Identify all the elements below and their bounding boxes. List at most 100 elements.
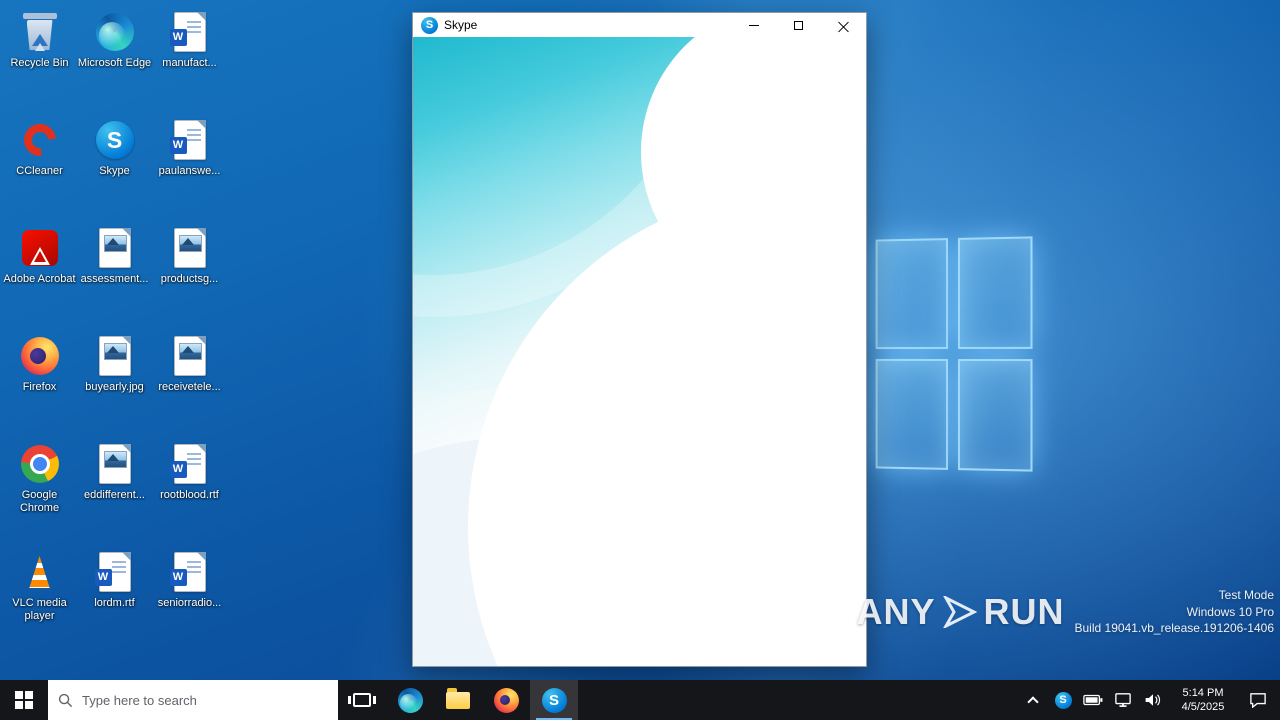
task-view-icon bbox=[348, 693, 376, 707]
desktop-icon-label: Firefox bbox=[22, 381, 57, 393]
watermark-build: Build 19041.vb_release.191206-1406 bbox=[1074, 620, 1275, 635]
image-file-icon bbox=[98, 444, 131, 484]
desktop-icon-vlc[interactable]: VLC media player bbox=[3, 546, 77, 654]
desktop-icon-label: paulanswe... bbox=[158, 165, 221, 177]
file-explorer-icon bbox=[446, 687, 470, 709]
desktop-icon-ccleaner[interactable]: CCleaner bbox=[3, 114, 77, 222]
anyrun-logo: ANY RUN bbox=[856, 591, 1064, 633]
window-title: Skype bbox=[444, 18, 478, 32]
windows-logo-wallpaper bbox=[875, 236, 1033, 472]
maximize-icon bbox=[794, 20, 803, 30]
edge-icon bbox=[397, 687, 423, 713]
firefox-icon bbox=[20, 337, 59, 375]
skype-icon bbox=[541, 687, 567, 713]
desktop-icon-label: VLC media player bbox=[12, 597, 67, 622]
desktop-icon-recycle-bin[interactable]: Recycle Bin bbox=[3, 6, 77, 114]
desktop-icon-label: Skype bbox=[99, 165, 130, 177]
desktop-icon-label: Microsoft Edge bbox=[77, 57, 152, 69]
taskbar-spacer bbox=[578, 680, 1020, 720]
desktop-icon-firefox[interactable]: Firefox bbox=[3, 330, 77, 438]
anyrun-logo-any: ANY bbox=[856, 590, 936, 632]
maximize-button[interactable] bbox=[776, 13, 821, 37]
show-hidden-icons-button[interactable] bbox=[1020, 680, 1046, 720]
windows-logo-pane bbox=[957, 236, 1033, 349]
desktop-icon-assessment-image[interactable]: assessment... bbox=[78, 222, 152, 330]
acrobat-icon bbox=[21, 230, 58, 266]
desktop-icon-label: rootblood.rtf bbox=[160, 489, 219, 501]
desktop-icon-manufact-doc[interactable]: manufact... bbox=[153, 6, 227, 114]
desktop-icon-google-chrome[interactable]: Google Chrome bbox=[3, 438, 77, 546]
desktop-icon-label: CCleaner bbox=[16, 165, 63, 177]
network-icon bbox=[1115, 693, 1131, 707]
tray-battery-button[interactable] bbox=[1080, 680, 1106, 720]
tray-volume-button[interactable] bbox=[1140, 680, 1166, 720]
desktop-icon-label: eddifferent... bbox=[84, 489, 145, 501]
watermark-text: Test Mode Windows 10 Pro Build 19041.vb_… bbox=[1075, 587, 1275, 636]
skype-window: Skype bbox=[412, 12, 867, 667]
skype-splash-screen bbox=[413, 37, 866, 666]
firefox-icon bbox=[493, 687, 519, 713]
word-file-icon bbox=[169, 12, 206, 52]
desktop-icon-label: receivetele... bbox=[158, 381, 221, 393]
start-button[interactable] bbox=[0, 680, 48, 720]
clock-time: 5:14 PM bbox=[1182, 687, 1224, 699]
search-input[interactable] bbox=[82, 692, 328, 708]
taskbar-edge-button[interactable] bbox=[386, 680, 434, 720]
screen: Recycle Bin Microsoft Edge manufact... C… bbox=[0, 0, 1280, 720]
watermark-os: Windows 10 Pro bbox=[1186, 604, 1274, 619]
speaker-icon bbox=[1145, 694, 1161, 706]
taskbar-firefox-button[interactable] bbox=[482, 680, 530, 720]
windows-start-icon bbox=[15, 691, 33, 709]
desktop-icon-label: productsg... bbox=[160, 273, 219, 285]
image-file-icon bbox=[98, 336, 131, 376]
skype-titlebar-icon bbox=[421, 16, 438, 34]
taskbar-skype-button[interactable] bbox=[530, 680, 578, 720]
word-file-icon bbox=[169, 552, 206, 592]
vlc-icon bbox=[29, 556, 50, 588]
tray-skype-icon-button[interactable] bbox=[1050, 680, 1076, 720]
system-tray: 5:14 PM 4/5/2025 bbox=[1020, 680, 1280, 720]
image-file-icon bbox=[98, 228, 131, 268]
desktop-icon-label: assessment... bbox=[80, 273, 149, 285]
close-button[interactable] bbox=[821, 13, 866, 37]
minimize-icon bbox=[748, 24, 759, 26]
search-icon bbox=[58, 693, 73, 707]
desktop-icon-productsg-image[interactable]: productsg... bbox=[153, 222, 227, 330]
desktop-icon-seniorradio-doc[interactable]: seniorradio... bbox=[153, 546, 227, 654]
recycle-bin-icon bbox=[22, 13, 57, 51]
desktop-icon-label: Google Chrome bbox=[19, 489, 60, 514]
word-file-icon bbox=[169, 444, 206, 484]
desktop-icon-grid: Recycle Bin Microsoft Edge manufact... C… bbox=[2, 6, 227, 654]
windows-logo-pane bbox=[875, 358, 949, 470]
desktop-icon-lordm-doc[interactable]: lordm.rtf bbox=[78, 546, 152, 654]
task-view-button[interactable] bbox=[338, 680, 386, 720]
desktop-icon-label: buyearly.jpg bbox=[85, 381, 144, 393]
close-icon bbox=[838, 20, 849, 31]
desktop-icon-adobe-acrobat[interactable]: Adobe Acrobat bbox=[3, 222, 77, 330]
taskbar: 5:14 PM 4/5/2025 bbox=[0, 680, 1280, 720]
action-center-button[interactable] bbox=[1240, 680, 1276, 720]
desktop-icon-microsoft-edge[interactable]: Microsoft Edge bbox=[78, 6, 152, 114]
word-file-icon bbox=[169, 120, 206, 160]
minimize-button[interactable] bbox=[731, 13, 776, 37]
desktop-icon-buyearly-image[interactable]: buyearly.jpg bbox=[78, 330, 152, 438]
desktop-icon-label: seniorradio... bbox=[157, 597, 222, 609]
skype-window-titlebar[interactable]: Skype bbox=[413, 13, 866, 37]
desktop-icon-rootblood-doc[interactable]: rootblood.rtf bbox=[153, 438, 227, 546]
taskbar-file-explorer-button[interactable] bbox=[434, 680, 482, 720]
desktop-icon-paulanswe-doc[interactable]: paulanswe... bbox=[153, 114, 227, 222]
desktop-icon-skype[interactable]: Skype bbox=[78, 114, 152, 222]
desktop-background: Recycle Bin Microsoft Edge manufact... C… bbox=[0, 0, 1280, 680]
image-file-icon bbox=[173, 336, 206, 376]
taskbar-search[interactable] bbox=[48, 680, 338, 720]
desktop-icon-eddifferent-image[interactable]: eddifferent... bbox=[78, 438, 152, 546]
clock-date: 4/5/2025 bbox=[1181, 701, 1225, 713]
ccleaner-icon bbox=[16, 117, 63, 163]
desktop-icon-receivetele-image[interactable]: receivetele... bbox=[153, 330, 227, 438]
taskbar-clock[interactable]: 5:14 PM 4/5/2025 bbox=[1170, 686, 1236, 714]
tray-network-button[interactable] bbox=[1110, 680, 1136, 720]
desktop-icon-label: Adobe Acrobat bbox=[3, 273, 76, 285]
windows-logo-pane bbox=[957, 359, 1033, 472]
anyrun-arrow-icon bbox=[942, 595, 977, 628]
chevron-up-icon bbox=[1027, 695, 1039, 708]
